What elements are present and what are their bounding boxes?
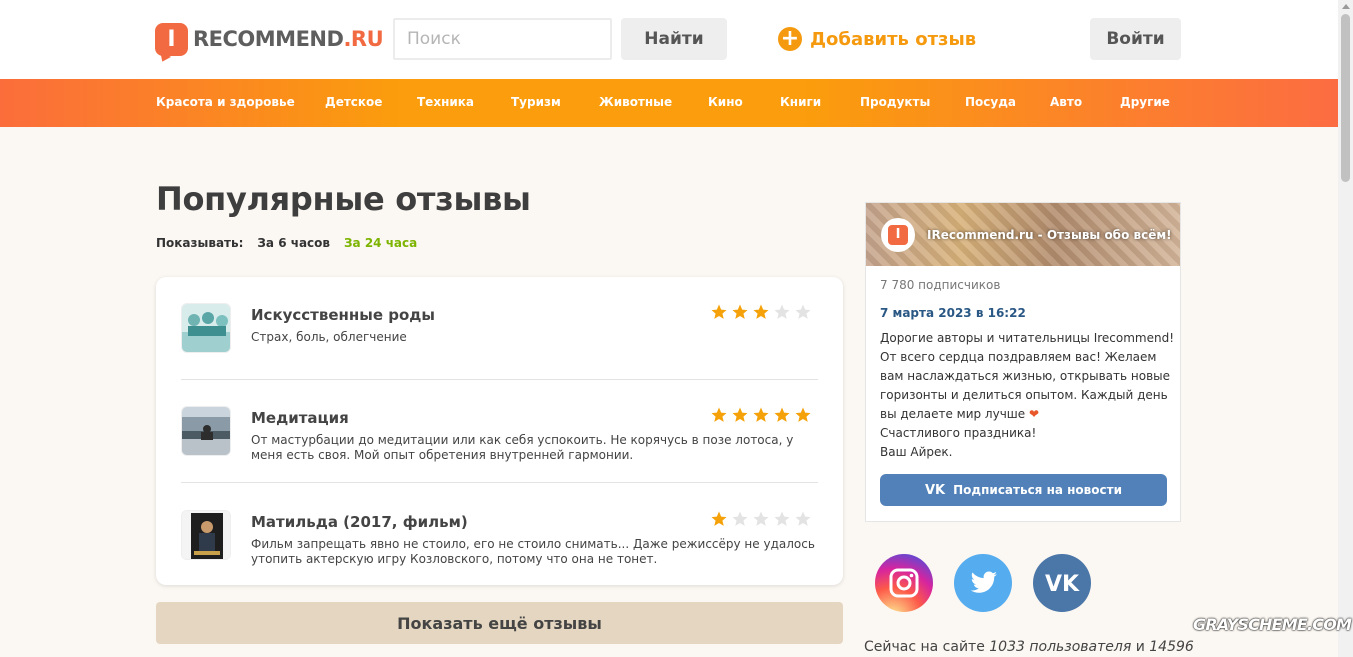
review-thumbnail[interactable]: [181, 510, 231, 560]
nav-item-cinema[interactable]: Кино: [708, 95, 743, 109]
review-description: От мастурбации до медитации или как себя…: [251, 433, 794, 462]
nav-item-kids[interactable]: Детское: [325, 95, 382, 109]
logo-mark-icon: I: [881, 218, 915, 252]
online-prefix: Сейчас на сайте: [864, 639, 985, 655]
review-item[interactable]: Медитация От мастурбации до медитации ил…: [181, 406, 818, 466]
category-nav: Красота и здоровье Детское Техника Туриз…: [0, 79, 1338, 127]
add-review-label: Добавить отзыв: [810, 28, 977, 50]
filter-label: Показывать:: [156, 236, 244, 250]
nav-item-dishes[interactable]: Посуда: [965, 95, 1016, 109]
nav-item-beauty[interactable]: Красота и здоровье: [156, 95, 295, 109]
scroll-up-arrow-icon[interactable]: [1342, 4, 1350, 9]
instagram-icon[interactable]: [875, 554, 933, 612]
star-icon: [753, 304, 769, 319]
nav-item-books[interactable]: Книги: [780, 95, 821, 109]
site-logo[interactable]: I RECOMMEND.RU: [155, 20, 384, 58]
reviews-list: Искусственные роды Страх, боль, облегчен…: [156, 277, 843, 585]
online-users: 1033 пользователя: [989, 639, 1132, 655]
star-icon: [732, 511, 748, 526]
vk-icon: VK: [925, 482, 946, 498]
review-rating: [710, 406, 812, 424]
logo-tld-text: .RU: [343, 27, 384, 51]
review-rating: [710, 303, 812, 321]
star-icon: [711, 407, 727, 422]
time-filter: Показывать: За 6 часов За 24 часа: [156, 236, 417, 250]
heart-icon: ❤: [1028, 407, 1040, 421]
star-icon: [753, 407, 769, 422]
svg-text:VK: VK: [1045, 572, 1080, 597]
review-title[interactable]: Медитация: [251, 409, 349, 427]
review-divider: [181, 482, 818, 483]
filter-24h[interactable]: За 24 часа: [344, 236, 417, 250]
star-icon: [774, 407, 790, 422]
twitter-icon[interactable]: [954, 554, 1012, 612]
nav-item-auto[interactable]: Авто: [1050, 95, 1082, 109]
search-input[interactable]: [393, 18, 612, 60]
login-button[interactable]: Войти: [1090, 18, 1181, 60]
post-date[interactable]: 7 марта 2023 в 16:22: [880, 306, 1026, 320]
vk-subscribe-button[interactable]: VK Подписаться на новости: [880, 474, 1167, 506]
post-text: Дорогие авторы и читательницы Irecommend…: [880, 331, 1175, 459]
star-icon: [711, 304, 727, 319]
star-icon: [753, 511, 769, 526]
nav-item-other[interactable]: Другие: [1120, 95, 1170, 109]
star-icon: [795, 511, 811, 526]
review-description: Страх, боль, облегчение: [251, 330, 407, 344]
review-divider: [181, 379, 818, 380]
plus-icon: +: [778, 27, 802, 51]
site-header: I RECOMMEND.RU Найти + Добавить отзыв Во…: [0, 0, 1338, 79]
star-icon: [774, 304, 790, 319]
page-title: Популярные отзывы: [156, 180, 531, 218]
page-scrollbar[interactable]: [1338, 0, 1353, 657]
nav-item-animals[interactable]: Животные: [599, 95, 672, 109]
nav-item-products[interactable]: Продукты: [860, 95, 930, 109]
vk-subscribe-label: Подписаться на новости: [953, 483, 1122, 497]
online-counter: Сейчас на сайте 1033 пользователя и 1459…: [864, 639, 1194, 655]
logo-mark-icon: I: [155, 22, 188, 56]
nav-item-tech[interactable]: Техника: [417, 95, 474, 109]
review-thumbnail[interactable]: [181, 303, 231, 353]
vk-icon[interactable]: VK: [1033, 554, 1091, 612]
search-button[interactable]: Найти: [621, 18, 727, 60]
online-guests: 14596: [1149, 639, 1194, 655]
filter-6h[interactable]: За 6 часов: [257, 236, 330, 250]
star-icon: [732, 304, 748, 319]
widget-banner[interactable]: I IRecommend.ru - Отзывы обо всём!: [866, 203, 1180, 266]
review-title[interactable]: Матильда (2017, фильм): [251, 513, 468, 531]
star-icon: [795, 304, 811, 319]
scroll-thumb[interactable]: [1341, 14, 1350, 182]
logo-main-text: RECOMMEND: [193, 27, 344, 51]
star-icon: [774, 511, 790, 526]
nav-item-tourism[interactable]: Туризм: [511, 95, 561, 109]
online-and: и: [1135, 639, 1145, 655]
star-icon: [795, 407, 811, 422]
review-title[interactable]: Искусственные роды: [251, 306, 435, 324]
review-rating: [710, 510, 812, 528]
review-item[interactable]: Матильда (2017, фильм) Фильм запрещать я…: [181, 510, 818, 570]
review-item[interactable]: Искусственные роды Страх, боль, облегчен…: [181, 303, 818, 363]
widget-title[interactable]: IRecommend.ru - Отзывы обо всём!: [927, 228, 1172, 242]
star-icon: [711, 511, 727, 526]
vk-community-widget: I IRecommend.ru - Отзывы обо всём! 7 780…: [865, 202, 1181, 522]
review-description: Фильм запрещать явно не стоило, его не с…: [251, 537, 815, 566]
subscribers-count: 7 780 подписчиков: [880, 278, 1001, 292]
review-thumbnail[interactable]: [181, 406, 231, 456]
show-more-reviews-button[interactable]: Показать ещё отзывы: [156, 602, 843, 644]
add-review-link[interactable]: + Добавить отзыв: [778, 27, 976, 51]
star-icon: [732, 407, 748, 422]
watermark: GRAYSCHEME.COM: [1193, 615, 1352, 634]
